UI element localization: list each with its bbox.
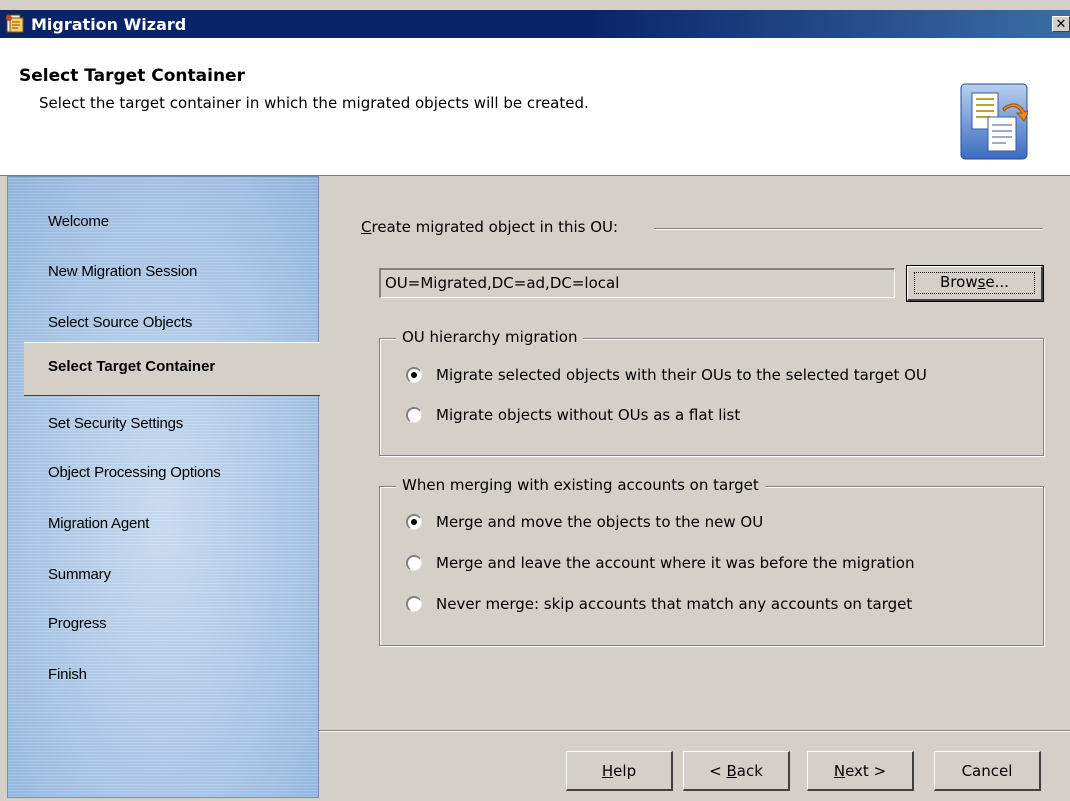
nav-step-object-processing-options: Object Processing Options bbox=[48, 464, 221, 481]
browse-button[interactable]: Browse... bbox=[906, 265, 1044, 302]
cancel-button[interactable]: Cancel bbox=[934, 751, 1041, 791]
footer-divider bbox=[319, 730, 1070, 732]
close-icon: ✕ bbox=[1055, 17, 1067, 32]
radio-button[interactable] bbox=[406, 596, 422, 612]
help-label: elp bbox=[613, 762, 637, 780]
radio-label: Migrate objects without OUs as a flat li… bbox=[436, 406, 741, 424]
merging-legend: When merging with existing accounts on t… bbox=[396, 476, 765, 494]
radio-label: Merge and leave the account where it was… bbox=[436, 554, 915, 572]
window-title: Migration Wizard bbox=[31, 15, 187, 34]
radio-button[interactable] bbox=[406, 555, 422, 571]
browse-label-part: e... bbox=[985, 273, 1009, 291]
back-label: ack bbox=[736, 762, 763, 780]
help-accelerator: H bbox=[601, 762, 614, 780]
radio-button-checked[interactable] bbox=[406, 367, 422, 383]
wizard-steps-sidebar: Welcome New Migration Session Select Sou… bbox=[7, 176, 319, 798]
documents-arrow-icon bbox=[960, 83, 1028, 160]
target-ou-input[interactable]: OU=Migrated,DC=ad,DC=local bbox=[379, 268, 895, 298]
nav-active-label: Select Target Container bbox=[48, 358, 216, 375]
nav-step-migration-agent: Migration Agent bbox=[48, 515, 150, 532]
help-button[interactable]: Help bbox=[566, 751, 673, 791]
nav-step-finish: Finish bbox=[48, 666, 87, 683]
back-accelerator: B bbox=[726, 762, 737, 780]
ou-hierarchy-group: OU hierarchy migration Migrate selected … bbox=[379, 328, 1044, 456]
nav-step-summary: Summary bbox=[48, 566, 111, 583]
radio-button-checked[interactable] bbox=[406, 514, 422, 530]
nav-step-set-security-settings: Set Security Settings bbox=[48, 415, 184, 432]
ou-label-accelerator: C bbox=[361, 218, 372, 236]
wizard-header: Select Target Container Select the targe… bbox=[0, 38, 1070, 176]
back-button[interactable]: < Back bbox=[683, 751, 790, 791]
title-bar[interactable]: Migration Wizard ✕ bbox=[0, 10, 1070, 38]
ou-hierarchy-legend: OU hierarchy migration bbox=[396, 328, 584, 346]
radio-button[interactable] bbox=[406, 407, 422, 423]
nav-step-welcome: Welcome bbox=[48, 213, 109, 230]
back-label-prefix: < bbox=[709, 762, 727, 780]
radio-label: Never merge: skip accounts that match an… bbox=[436, 595, 913, 613]
nav-step-new-migration-session: New Migration Session bbox=[48, 263, 198, 280]
next-button[interactable]: Next > bbox=[807, 751, 914, 791]
ou-label-text: reate migrated object in this OU: bbox=[371, 218, 619, 236]
section-divider bbox=[654, 228, 1043, 230]
radio-label: Merge and move the objects to the new OU bbox=[436, 513, 764, 531]
merging-group: When merging with existing accounts on t… bbox=[379, 476, 1044, 646]
next-label: ext > bbox=[845, 762, 887, 780]
radio-label: Migrate selected objects with their OUs … bbox=[436, 366, 927, 384]
close-button[interactable]: ✕ bbox=[1052, 16, 1070, 32]
next-accelerator: N bbox=[833, 762, 846, 780]
migration-wizard-icon bbox=[6, 14, 24, 33]
nav-step-select-source-objects: Select Source Objects bbox=[48, 314, 193, 331]
nav-step-progress: Progress bbox=[48, 615, 107, 632]
page-title: Select Target Container bbox=[19, 66, 245, 86]
page-subtitle: Select the target container in which the… bbox=[39, 94, 589, 112]
nav-step-select-target-container-active: Select Target Container bbox=[24, 342, 320, 396]
browse-label-part: Brow bbox=[940, 273, 978, 291]
ou-field-label: Create migrated object in this OU: bbox=[361, 218, 618, 236]
